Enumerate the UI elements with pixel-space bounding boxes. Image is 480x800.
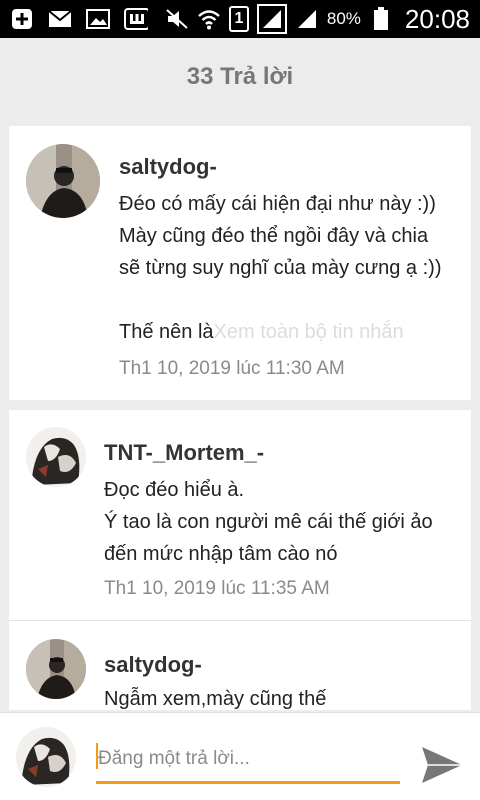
battery-icon [369,7,393,30]
timestamp: Th1 10, 2019 lúc 11:35 AM [104,578,330,599]
divider [9,620,471,621]
message-line: Đọc đéo hiểu à. [104,479,245,501]
message-line: Đéo có mấy cái hiện đại như này :)) [119,193,436,215]
input-underline [96,781,400,784]
send-icon [422,747,462,783]
avatar[interactable] [26,144,100,218]
my-avatar [16,727,76,787]
message-text: Đọc đéo hiểu à. Ý tao là con người mê cá… [104,474,433,570]
message-line: Thế nên làXem toàn bộ tin nhắn [119,316,441,348]
message-text: Đéo có mấy cái hiện đại như này :)) Mày … [119,188,441,348]
battery-percent: 80% [326,9,361,28]
message-line: sẽ từng suy nghĩ của mày cưng ạ :)) [119,257,442,279]
sim-1-icon: 1 [228,6,249,32]
message-line [119,284,441,316]
avatar[interactable] [26,639,86,699]
page-title: 33 Trả lời [186,63,294,90]
username[interactable]: saltydog- [104,652,202,678]
signal-icon [256,4,287,34]
username[interactable]: saltydog- [119,154,217,180]
timestamp: Th1 10, 2019 lúc 11:30 AM [119,358,345,379]
send-button[interactable] [418,741,466,789]
mail-icon [48,8,72,30]
view-full-message-link[interactable]: Xem toàn bộ tin nhắn [214,321,404,343]
message-line-text: Thế nên là [119,321,214,343]
avatar[interactable] [26,427,86,487]
clock: 20:08 [404,3,470,34]
message-card[interactable]: saltydog- Đéo có mấy cái hiện đại như nà… [9,126,471,400]
message-text: Ngẫm xem,mày cũng thế [104,683,326,715]
plus-icon [10,8,34,30]
message-line: Mày cũng đéo thể ngồi đây và chia [119,225,429,247]
message-line: đến mức nhập tâm cào nó [104,543,338,565]
message-line: Ý tao là con người mê cái thế giới ảo [104,511,433,533]
reply-input[interactable] [96,741,398,777]
signal-icon [295,8,319,30]
message-card[interactable]: TNT-_Mortem_- Đọc đéo hiểu à. Ý tao là c… [9,410,471,710]
wifi-icon [197,8,221,30]
gallery-icon [86,8,110,30]
mute-icon [165,8,189,30]
header: 33 Trả lời [0,38,480,116]
message-line: Ngẫm xem,mày cũng thế [104,688,327,710]
keyboard-icon [124,8,148,30]
reply-compose-bar [0,712,480,800]
status-bar: 1 80% 20:08 [0,0,480,38]
username[interactable]: TNT-_Mortem_- [104,440,264,466]
